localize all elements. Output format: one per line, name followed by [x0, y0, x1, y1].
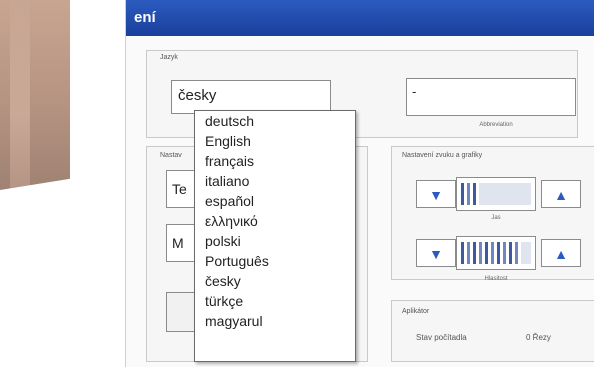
- counter-label: Stav počítadla: [416, 333, 467, 342]
- volume-up-button[interactable]: ▲: [541, 180, 581, 208]
- volume-level-remainder: [479, 183, 531, 205]
- language-option[interactable]: magyarul: [195, 311, 355, 331]
- window-title: ení: [126, 0, 594, 36]
- language-option[interactable]: türkçe: [195, 291, 355, 311]
- contrast-bar: [456, 236, 536, 270]
- sound-legend: Nastavení zvuku a grafiky: [402, 152, 483, 159]
- language-select[interactable]: česky: [171, 80, 331, 114]
- language-option[interactable]: deutsch: [195, 111, 355, 131]
- language-selected-value: česky: [178, 87, 217, 104]
- contrast-level-segment: [485, 242, 488, 264]
- language-option[interactable]: español: [195, 191, 355, 211]
- settings-window: ení Jazyk česky - Abbreviation Nastav Te…: [125, 0, 594, 367]
- abbreviation-value: -: [412, 84, 417, 99]
- contrast-down-button[interactable]: ▼: [416, 239, 456, 267]
- counter-value: 0 Řezy: [526, 333, 551, 342]
- contrast-level-segment: [503, 242, 506, 264]
- contrast-bar-graphic: [461, 242, 531, 264]
- language-dropdown-list: deutsch English français italiano español ελλ…: [194, 110, 356, 362]
- arrow-down-icon: ▼: [429, 187, 443, 203]
- contrast-level-segment: [509, 242, 512, 264]
- language-option[interactable]: italiano: [195, 171, 355, 191]
- arrow-down-icon: ▼: [429, 246, 443, 262]
- contrast-up-button[interactable]: ▲: [541, 239, 581, 267]
- contrast-level-segment: [473, 242, 476, 264]
- applicator-legend: Aplikátor: [402, 308, 430, 315]
- language-option[interactable]: English: [195, 131, 355, 151]
- contrast-level-segment: [479, 242, 482, 264]
- contrast-level-segment: [497, 242, 500, 264]
- language-legend: Jazyk: [160, 54, 178, 61]
- volume-down-button[interactable]: ▼: [416, 180, 456, 208]
- nastav-legend: Nastav: [160, 152, 182, 159]
- contrast-level-segment: [491, 242, 494, 264]
- language-option[interactable]: polski: [195, 231, 355, 251]
- language-option[interactable]: česky: [195, 271, 355, 291]
- arrow-up-icon: ▲: [554, 187, 568, 203]
- contrast-caption: Hlasitost: [484, 276, 508, 282]
- contrast-level-segment: [515, 242, 518, 264]
- volume-level-segment: [467, 183, 470, 205]
- abbreviation-caption: Abbreviation: [479, 122, 513, 128]
- language-option[interactable]: ελληνικό: [195, 211, 355, 231]
- volume-level-segment: [461, 183, 464, 205]
- abbreviation-field[interactable]: -: [406, 78, 576, 116]
- volume-bar: [456, 177, 536, 211]
- contrast-level-remainder: [521, 242, 531, 264]
- arrow-up-icon: ▲: [554, 246, 568, 262]
- volume-caption: Jas: [491, 215, 501, 221]
- volume-bar-graphic: [461, 183, 531, 205]
- contrast-level-segment: [461, 242, 464, 264]
- nastav-field-2-value: M: [172, 235, 184, 251]
- nastav-field-1-value: Te: [172, 181, 187, 197]
- contrast-level-segment: [467, 242, 470, 264]
- language-option[interactable]: Português: [195, 251, 355, 271]
- volume-level-segment: [473, 183, 476, 205]
- language-option[interactable]: français: [195, 151, 355, 171]
